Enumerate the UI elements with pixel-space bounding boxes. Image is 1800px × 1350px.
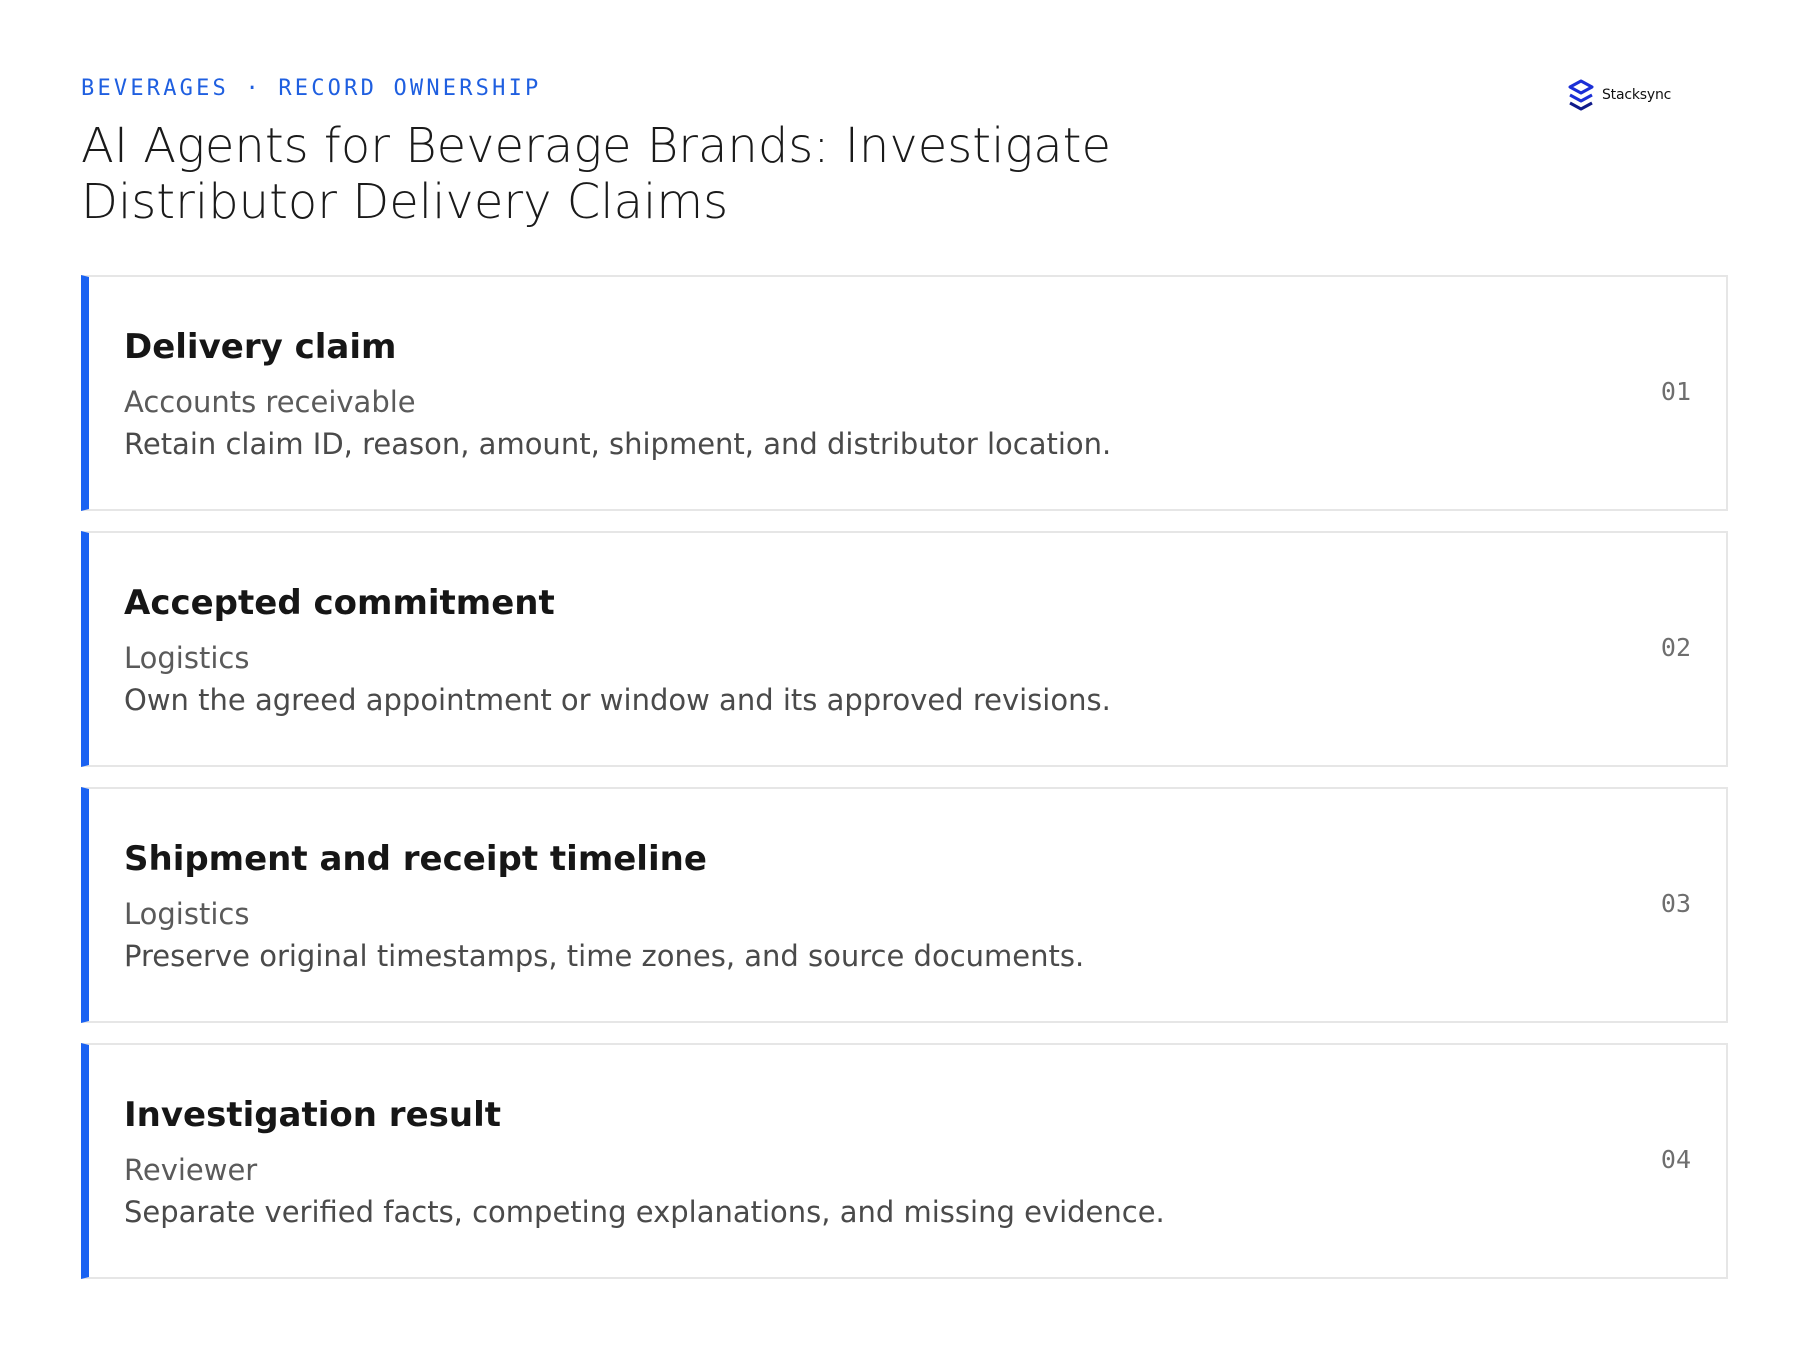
record-title: Delivery claim	[124, 327, 397, 367]
record-card-shipment-timeline: Shipment and receipt timeline Logistics …	[81, 787, 1728, 1023]
eyebrow-label: BEVERAGES · RECORD OWNERSHIP	[81, 76, 542, 101]
record-owner: Accounts receivable	[124, 385, 416, 419]
record-description: Own the agreed appointment or window and…	[124, 683, 1111, 717]
record-number: 01	[1660, 377, 1691, 406]
stacksync-logo-icon	[1568, 79, 1594, 111]
record-card-delivery-claim: Delivery claim Accounts receivable Retai…	[81, 275, 1728, 511]
record-title: Shipment and receipt timeline	[124, 839, 707, 879]
logo-text: Stacksync	[1602, 87, 1672, 103]
record-description: Retain claim ID, reason, amount, shipmen…	[124, 427, 1112, 461]
page-title: AI Agents for Beverage Brands: Investiga…	[81, 118, 1111, 230]
record-owner: Logistics	[124, 897, 250, 931]
record-owner: Reviewer	[124, 1153, 258, 1187]
record-number: 04	[1660, 1145, 1691, 1174]
record-card-investigation-result: Investigation result Reviewer Separate v…	[81, 1043, 1728, 1279]
stacksync-logo: Stacksync	[1566, 78, 1671, 112]
record-title: Accepted commitment	[124, 583, 555, 623]
record-card-accepted-commitment: Accepted commitment Logistics Own the ag…	[81, 531, 1728, 767]
record-description: Separate verified facts, competing expla…	[124, 1195, 1165, 1229]
record-number: 03	[1660, 889, 1691, 918]
record-ownership-list: Delivery claim Accounts receivable Retai…	[81, 275, 1728, 1299]
record-title: Investigation result	[124, 1095, 501, 1135]
record-number: 02	[1660, 633, 1691, 662]
record-owner: Logistics	[124, 641, 250, 675]
record-description: Preserve original timestamps, time zones…	[124, 939, 1085, 973]
